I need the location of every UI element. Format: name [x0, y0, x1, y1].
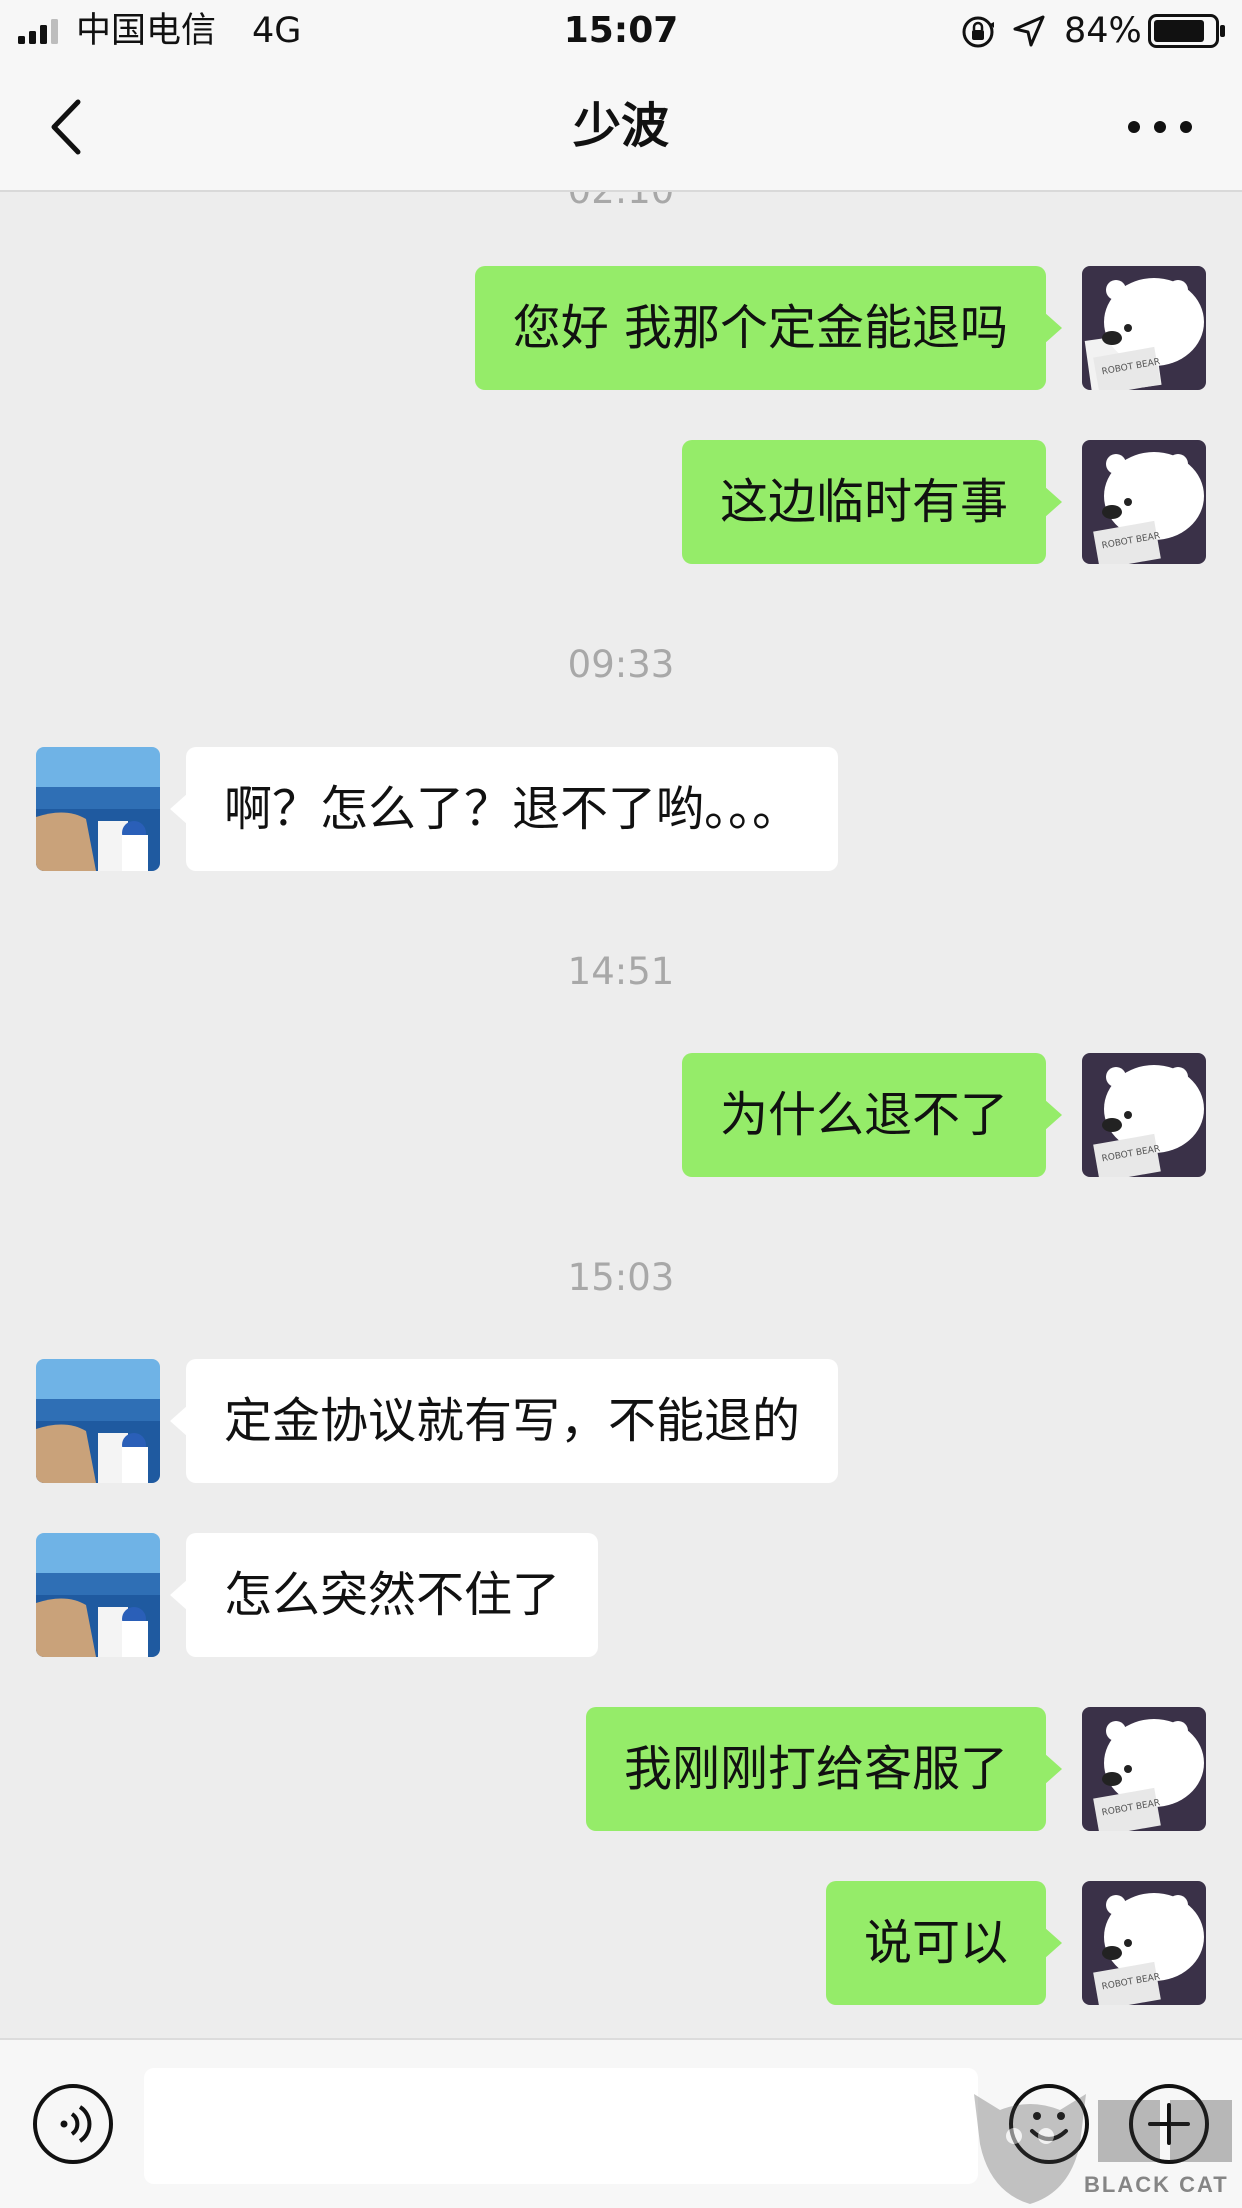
self-avatar[interactable]: ROBOT BEAR [1082, 1707, 1206, 1831]
timestamp: 02:10 [0, 192, 1242, 216]
status-bar: 中国电信 4G 15:07 84% [0, 0, 1242, 62]
watermark-label: BLACK CAT [1084, 2172, 1229, 2197]
chat-title: 少波 [572, 98, 669, 154]
message-bubble-self[interactable]: 我刚刚打给客服了 [585, 1707, 1063, 1831]
bear-avatar-icon: ROBOT BEAR [1082, 1053, 1206, 1177]
message-bubble-self[interactable]: 这边临时有事 [681, 440, 1063, 564]
landscape-avatar-icon [36, 747, 160, 871]
self-avatar[interactable]: ROBOT BEAR [1082, 266, 1206, 390]
self-avatar[interactable]: ROBOT BEAR [1082, 440, 1206, 564]
contact-avatar[interactable] [36, 747, 160, 871]
chat-message-list[interactable]: 02:10 ROBOT BEAR 您好 我那个定金能退吗 ROBOT BEAR [0, 192, 1242, 2038]
message-bubble-other[interactable]: 定金协议就有写，不能退的 [169, 1359, 839, 1483]
message-bubble-other[interactable]: 怎么突然不住了 [169, 1533, 599, 1657]
navigation-bar: 少波 [0, 62, 1242, 192]
timestamp: 15:03 [567, 1256, 675, 1299]
bear-avatar-icon: ROBOT BEAR [1082, 1707, 1206, 1831]
battery-percentage: 84% [1064, 11, 1142, 51]
timestamp: 09:33 [567, 643, 675, 686]
message-bubble-self[interactable]: 为什么退不了 [681, 1053, 1063, 1177]
voice-input-button[interactable] [32, 2083, 114, 2165]
bear-avatar-icon: ROBOT BEAR [1082, 266, 1206, 390]
self-avatar[interactable]: ROBOT BEAR [1082, 1053, 1206, 1177]
contact-avatar[interactable] [36, 1359, 160, 1483]
bear-avatar-icon: ROBOT BEAR [1082, 440, 1206, 564]
timestamp: 14:51 [567, 950, 675, 993]
contact-avatar[interactable] [36, 1533, 160, 1657]
message-input[interactable] [144, 2068, 978, 2184]
bear-avatar-icon: ROBOT BEAR [1082, 1881, 1206, 2005]
message-bubble-self[interactable]: 您好 我那个定金能退吗 [474, 266, 1063, 390]
location-icon [1013, 15, 1045, 47]
status-time: 15:07 [563, 10, 679, 51]
landscape-avatar-icon [36, 1533, 160, 1657]
landscape-avatar-icon [36, 1359, 160, 1483]
message-bubble-self[interactable]: 说可以 [825, 1881, 1063, 2005]
more-options-button[interactable] [1120, 104, 1200, 150]
message-bubble-other[interactable]: 啊？怎么了？退不了哟。。。 [169, 747, 839, 871]
self-avatar[interactable]: ROBOT BEAR [1082, 1881, 1206, 2005]
battery-icon [1148, 14, 1225, 48]
orientation-lock-icon [962, 16, 994, 48]
